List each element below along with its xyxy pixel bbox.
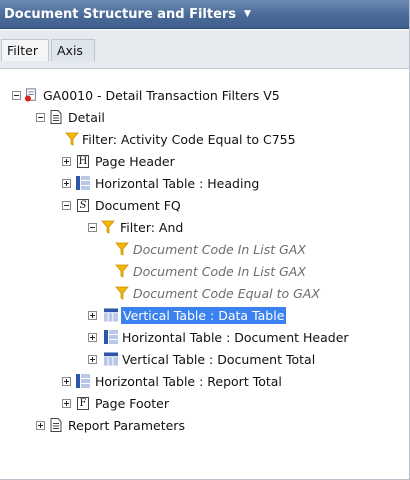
- document-icon: [49, 417, 63, 433]
- tab-axis[interactable]: Axis: [51, 39, 95, 61]
- tree-node-subfilter[interactable]: Document Code In List GAX: [115, 238, 306, 260]
- tab-filter[interactable]: Filter: [1, 39, 49, 61]
- expand-icon[interactable]: [88, 332, 97, 342]
- filter-icon: [65, 131, 79, 147]
- tree-node-subfilter[interactable]: Document Code Equal to GAX: [115, 282, 320, 304]
- expand-icon[interactable]: [88, 354, 97, 364]
- section-icon: S: [76, 197, 90, 213]
- tree-node-heading-table[interactable]: Horizontal Table : Heading: [62, 172, 259, 194]
- tree-node-label: Horizontal Table : Document Header: [122, 329, 349, 345]
- tree-node-label: Page Footer: [95, 395, 170, 411]
- tree-node-label: Report Parameters: [68, 417, 185, 433]
- tree-node-label: Filter: And: [120, 219, 184, 235]
- report-icon: [24, 87, 38, 103]
- tree-node-filter-activity[interactable]: Filter: Activity Code Equal to C755: [65, 128, 296, 150]
- tree-node-page-footer[interactable]: F Page Footer: [62, 392, 169, 414]
- horizontal-table-icon: [76, 373, 90, 389]
- tree-node-detail[interactable]: Detail: [36, 106, 105, 128]
- tree-node-label: Document Code Equal to GAX: [133, 285, 320, 301]
- tree-node-label: Horizontal Table : Report Total: [95, 373, 282, 389]
- expand-icon[interactable]: [62, 398, 71, 408]
- collapse-icon[interactable]: [62, 200, 71, 210]
- tree-node-label: Detail: [68, 109, 105, 125]
- filter-icon: [115, 241, 129, 257]
- tree-node-label: Vertical Table : Document Total: [122, 351, 316, 367]
- tree-node-report-parameters[interactable]: Report Parameters: [36, 414, 185, 436]
- panel-title-bar[interactable]: Document Structure and Filters ▼: [0, 0, 409, 29]
- tree-node-label: Horizontal Table : Heading: [95, 175, 260, 191]
- tree-node-label-selected: Vertical Table : Data Table: [121, 306, 287, 324]
- tree-node-page-header[interactable]: H Page Header: [62, 150, 175, 172]
- tree-node-label: Document Code In List GAX: [133, 263, 306, 279]
- tree-node-label: Document FQ: [95, 197, 181, 213]
- tree-node-label: Filter: Activity Code Equal to C755: [82, 131, 296, 147]
- filter-icon: [101, 219, 115, 235]
- expand-icon[interactable]: [62, 376, 71, 386]
- tree-node-document-header-table[interactable]: Horizontal Table : Document Header: [88, 326, 349, 348]
- collapse-icon[interactable]: [12, 90, 21, 100]
- document-icon: [49, 109, 63, 125]
- filter-icon: [115, 285, 129, 301]
- tree-node-label: GA0010 - Detail Transaction Filters V5: [43, 87, 280, 103]
- header-section-icon: H: [77, 154, 89, 168]
- expand-icon[interactable]: [62, 178, 71, 188]
- collapse-icon[interactable]: [88, 222, 97, 232]
- filter-icon: [115, 263, 129, 279]
- tree-node-data-table[interactable]: Vertical Table : Data Table: [88, 304, 287, 326]
- tree-node-label: Document Code In List GAX: [133, 241, 306, 257]
- vertical-table-icon: [104, 307, 118, 323]
- collapse-icon[interactable]: [36, 112, 45, 122]
- tree-node-report[interactable]: GA0010 - Detail Transaction Filters V5: [12, 84, 280, 106]
- footer-section-icon: F: [76, 395, 90, 411]
- tree-node-document-fq[interactable]: S Document FQ: [62, 194, 181, 216]
- expand-icon[interactable]: [88, 310, 97, 320]
- tree-node-document-total-table[interactable]: Vertical Table : Document Total: [88, 348, 315, 370]
- dropdown-caret-icon[interactable]: ▼: [244, 9, 251, 19]
- horizontal-table-icon: [104, 329, 118, 345]
- tree-node-report-total-table[interactable]: Horizontal Table : Report Total: [62, 370, 282, 392]
- tree-node-filter-and[interactable]: Filter: And: [88, 216, 183, 238]
- panel-title: Document Structure and Filters: [4, 6, 237, 22]
- expand-icon[interactable]: [62, 156, 71, 166]
- vertical-table-icon: [104, 351, 118, 367]
- expand-icon[interactable]: [36, 420, 45, 430]
- document-structure-panel: Document Structure and Filters ▼ Filter …: [0, 0, 410, 480]
- tree-node-label: Page Header: [95, 153, 175, 169]
- tree-node-subfilter[interactable]: Document Code In List GAX: [115, 260, 306, 282]
- tab-bar: Filter Axis: [0, 30, 409, 69]
- horizontal-table-icon: [76, 175, 90, 191]
